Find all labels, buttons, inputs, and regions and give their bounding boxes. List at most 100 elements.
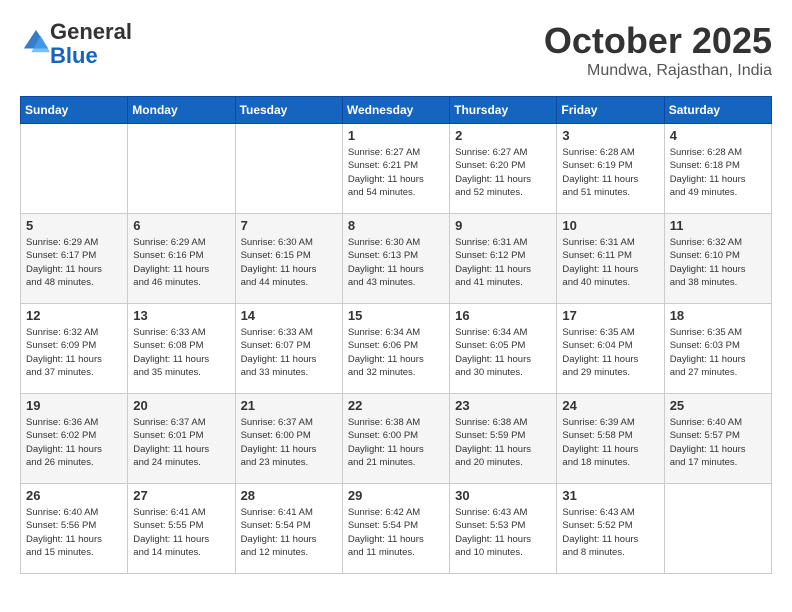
calendar-cell: 31 Sunrise: 6:43 AM Sunset: 5:52 PM Dayli… (557, 484, 664, 574)
day-info: Sunrise: 6:31 AM Sunset: 6:11 PM Dayligh… (562, 236, 658, 289)
day-info: Sunrise: 6:37 AM Sunset: 6:00 PM Dayligh… (241, 416, 337, 469)
day-info: Sunrise: 6:33 AM Sunset: 6:07 PM Dayligh… (241, 326, 337, 379)
day-number: 16 (455, 308, 551, 323)
calendar-week-4: 19Sunrise: 6:36 AM Sunset: 6:02 PM Dayli… (21, 394, 772, 484)
calendar-cell: 18Sunrise: 6:35 AM Sunset: 6:03 PM Dayli… (664, 304, 771, 394)
logo-general-text: General (50, 19, 132, 44)
day-info: Sunrise: 6:43 AM Sunset: 5:53 PM Dayligh… (455, 506, 551, 559)
calendar-cell: 22Sunrise: 6:38 AM Sunset: 6:00 PM Dayli… (342, 394, 449, 484)
logo-blue-text: Blue (50, 43, 98, 68)
calendar-cell: 10Sunrise: 6:31 AM Sunset: 6:11 PM Dayli… (557, 214, 664, 304)
day-number: 19 (26, 398, 122, 413)
calendar-cell: 9 Sunrise: 6:31 AM Sunset: 6:12 PM Daylig… (450, 214, 557, 304)
day-info: Sunrise: 6:33 AM Sunset: 6:08 PM Dayligh… (133, 326, 229, 379)
calendar-cell: 23 Sunrise: 6:38 AM Sunset: 5:59 PM Dayli… (450, 394, 557, 484)
day-number: 11 (670, 218, 766, 233)
day-number: 20 (133, 398, 229, 413)
logo-icon (22, 28, 50, 56)
day-info: Sunrise: 6:40 AM Sunset: 5:56 PM Dayligh… (26, 506, 122, 559)
page-header: General Blue October 2025 Mundwa, Rajast… (20, 20, 772, 80)
title-block: October 2025 Mundwa, Rajasthan, India (544, 20, 772, 80)
day-number: 27 (133, 488, 229, 503)
weekday-header-saturday: Saturday (664, 97, 771, 124)
calendar-cell: 11 Sunrise: 6:32 AM Sunset: 6:10 PM Dayli… (664, 214, 771, 304)
day-info: Sunrise: 6:38 AM Sunset: 5:59 PM Dayligh… (455, 416, 551, 469)
day-number: 28 (241, 488, 337, 503)
day-info: Sunrise: 6:41 AM Sunset: 5:55 PM Dayligh… (133, 506, 229, 559)
weekday-header-sunday: Sunday (21, 97, 128, 124)
calendar-cell: 16 Sunrise: 6:34 AM Sunset: 6:05 PM Dayli… (450, 304, 557, 394)
calendar-cell: 13 Sunrise: 6:33 AM Sunset: 6:08 PM Dayli… (128, 304, 235, 394)
weekday-header-thursday: Thursday (450, 97, 557, 124)
header-row: SundayMondayTuesdayWednesdayThursdayFrid… (21, 97, 772, 124)
calendar-cell: 15Sunrise: 6:34 AM Sunset: 6:06 PM Dayli… (342, 304, 449, 394)
calendar-cell: 4 Sunrise: 6:28 AM Sunset: 6:18 PM Daylig… (664, 124, 771, 214)
day-info: Sunrise: 6:41 AM Sunset: 5:54 PM Dayligh… (241, 506, 337, 559)
day-number: 31 (562, 488, 658, 503)
calendar-cell: 3 Sunrise: 6:28 AM Sunset: 6:19 PM Daylig… (557, 124, 664, 214)
day-info: Sunrise: 6:34 AM Sunset: 6:05 PM Dayligh… (455, 326, 551, 379)
day-number: 9 (455, 218, 551, 233)
day-number: 29 (348, 488, 444, 503)
day-info: Sunrise: 6:37 AM Sunset: 6:01 PM Dayligh… (133, 416, 229, 469)
day-number: 30 (455, 488, 551, 503)
day-number: 4 (670, 128, 766, 143)
day-info: Sunrise: 6:38 AM Sunset: 6:00 PM Dayligh… (348, 416, 444, 469)
day-number: 5 (26, 218, 122, 233)
calendar-week-1: 1 Sunrise: 6:27 AM Sunset: 6:21 PM Daylig… (21, 124, 772, 214)
calendar-cell (128, 124, 235, 214)
calendar-cell: 8Sunrise: 6:30 AM Sunset: 6:13 PM Daylig… (342, 214, 449, 304)
calendar-cell: 29 Sunrise: 6:42 AM Sunset: 5:54 PM Dayli… (342, 484, 449, 574)
day-info: Sunrise: 6:27 AM Sunset: 6:21 PM Dayligh… (348, 146, 444, 199)
day-info: Sunrise: 6:43 AM Sunset: 5:52 PM Dayligh… (562, 506, 658, 559)
calendar-cell: 28 Sunrise: 6:41 AM Sunset: 5:54 PM Dayli… (235, 484, 342, 574)
calendar-cell: 6Sunrise: 6:29 AM Sunset: 6:16 PM Daylig… (128, 214, 235, 304)
day-number: 13 (133, 308, 229, 323)
day-info: Sunrise: 6:27 AM Sunset: 6:20 PM Dayligh… (455, 146, 551, 199)
calendar-header: SundayMondayTuesdayWednesdayThursdayFrid… (21, 97, 772, 124)
day-number: 23 (455, 398, 551, 413)
day-info: Sunrise: 6:39 AM Sunset: 5:58 PM Dayligh… (562, 416, 658, 469)
day-number: 26 (26, 488, 122, 503)
calendar-cell: 12Sunrise: 6:32 AM Sunset: 6:09 PM Dayli… (21, 304, 128, 394)
weekday-header-tuesday: Tuesday (235, 97, 342, 124)
calendar-week-2: 5 Sunrise: 6:29 AM Sunset: 6:17 PM Daylig… (21, 214, 772, 304)
calendar-cell: 1 Sunrise: 6:27 AM Sunset: 6:21 PM Daylig… (342, 124, 449, 214)
weekday-header-wednesday: Wednesday (342, 97, 449, 124)
day-info: Sunrise: 6:32 AM Sunset: 6:10 PM Dayligh… (670, 236, 766, 289)
calendar-cell (664, 484, 771, 574)
calendar-cell: 26 Sunrise: 6:40 AM Sunset: 5:56 PM Dayli… (21, 484, 128, 574)
day-number: 24 (562, 398, 658, 413)
day-number: 6 (133, 218, 229, 233)
calendar-cell: 19Sunrise: 6:36 AM Sunset: 6:02 PM Dayli… (21, 394, 128, 484)
day-info: Sunrise: 6:34 AM Sunset: 6:06 PM Dayligh… (348, 326, 444, 379)
calendar-cell: 27 Sunrise: 6:41 AM Sunset: 5:55 PM Dayli… (128, 484, 235, 574)
day-number: 7 (241, 218, 337, 233)
day-info: Sunrise: 6:35 AM Sunset: 6:04 PM Dayligh… (562, 326, 658, 379)
calendar-cell: 14 Sunrise: 6:33 AM Sunset: 6:07 PM Dayli… (235, 304, 342, 394)
calendar-cell: 2 Sunrise: 6:27 AM Sunset: 6:20 PM Daylig… (450, 124, 557, 214)
calendar-week-5: 26 Sunrise: 6:40 AM Sunset: 5:56 PM Dayli… (21, 484, 772, 574)
calendar-cell (235, 124, 342, 214)
day-info: Sunrise: 6:40 AM Sunset: 5:57 PM Dayligh… (670, 416, 766, 469)
day-info: Sunrise: 6:30 AM Sunset: 6:15 PM Dayligh… (241, 236, 337, 289)
calendar-body: 1 Sunrise: 6:27 AM Sunset: 6:21 PM Daylig… (21, 124, 772, 574)
day-number: 18 (670, 308, 766, 323)
day-number: 14 (241, 308, 337, 323)
weekday-header-monday: Monday (128, 97, 235, 124)
day-info: Sunrise: 6:28 AM Sunset: 6:18 PM Dayligh… (670, 146, 766, 199)
day-number: 1 (348, 128, 444, 143)
day-number: 2 (455, 128, 551, 143)
calendar-week-3: 12Sunrise: 6:32 AM Sunset: 6:09 PM Dayli… (21, 304, 772, 394)
logo: General Blue (20, 20, 132, 68)
day-info: Sunrise: 6:31 AM Sunset: 6:12 PM Dayligh… (455, 236, 551, 289)
day-info: Sunrise: 6:28 AM Sunset: 6:19 PM Dayligh… (562, 146, 658, 199)
calendar-cell (21, 124, 128, 214)
calendar-cell: 30 Sunrise: 6:43 AM Sunset: 5:53 PM Dayli… (450, 484, 557, 574)
day-info: Sunrise: 6:42 AM Sunset: 5:54 PM Dayligh… (348, 506, 444, 559)
calendar-cell: 20 Sunrise: 6:37 AM Sunset: 6:01 PM Dayli… (128, 394, 235, 484)
day-number: 3 (562, 128, 658, 143)
day-info: Sunrise: 6:29 AM Sunset: 6:17 PM Dayligh… (26, 236, 122, 289)
calendar-table: SundayMondayTuesdayWednesdayThursdayFrid… (20, 96, 772, 574)
location-subtitle: Mundwa, Rajasthan, India (544, 62, 772, 80)
